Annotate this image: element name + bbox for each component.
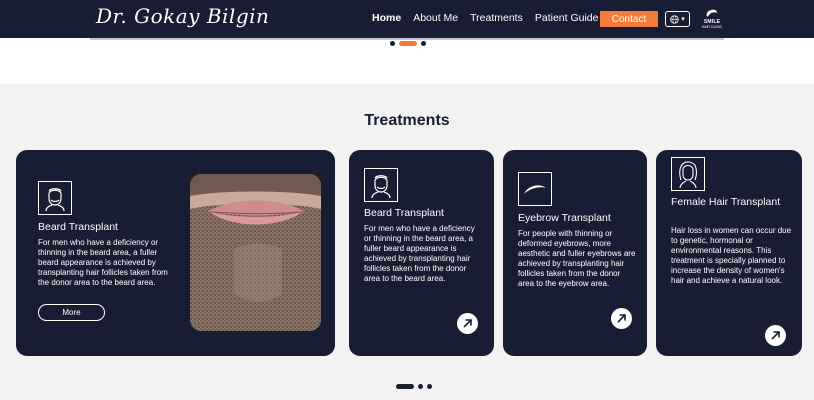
nav-home[interactable]: Home [372, 12, 401, 24]
main-nav: Home About Me Treatments Patient Guide [372, 12, 599, 24]
pagination-dot-active[interactable] [396, 384, 414, 389]
smile-hair-clinic-logo[interactable]: SMILE HAIR CLINIC [700, 8, 724, 32]
more-button[interactable]: More [38, 304, 105, 321]
card-description: For men who have a deficiency or thinnin… [364, 224, 475, 283]
arrow-up-right-icon [771, 331, 780, 340]
woman-icon [671, 157, 705, 191]
card-title: Beard Transplant [38, 221, 118, 233]
globe-icon [670, 14, 679, 24]
card-description: Hair loss in women can occur due to gene… [671, 226, 792, 285]
bearded-man-icon [38, 181, 72, 215]
slider-dot-active[interactable] [399, 41, 417, 46]
card-description: For people with thinning or deformed eye… [518, 229, 636, 288]
pagination-dot[interactable] [418, 384, 423, 389]
section-title: Treatments [364, 112, 450, 129]
divider [90, 38, 724, 40]
nav-treatments[interactable]: Treatments [470, 12, 523, 24]
site-logo[interactable]: Dr. Gokay Bilgin [96, 4, 269, 28]
nav-about-me[interactable]: About Me [413, 12, 458, 24]
treatment-card[interactable]: Female Hair Transplant Hair loss in wome… [656, 150, 802, 356]
treatment-card-featured[interactable]: Beard Transplant For men who have a defi… [16, 150, 335, 356]
site-header: Dr. Gokay Bilgin Home About Me Treatment… [0, 0, 814, 38]
card-title: Eyebrow Transplant [518, 212, 611, 224]
language-selector[interactable]: ▾ [665, 11, 690, 27]
bearded-man-icon [364, 168, 398, 202]
open-arrow-button[interactable] [611, 308, 632, 329]
nav-patient-guide[interactable]: Patient Guide [535, 12, 599, 24]
arrow-up-right-icon [463, 319, 472, 328]
contact-button[interactable]: Contact [600, 11, 658, 27]
slider-dot[interactable] [421, 41, 426, 46]
slider-pagination [390, 41, 426, 46]
slider-dot[interactable] [390, 41, 395, 46]
beard-transplant-photo [190, 174, 321, 331]
card-title: Beard Transplant [364, 207, 444, 219]
hero-slider-bottom [0, 38, 814, 84]
treatment-card[interactable]: Beard Transplant For men who have a defi… [349, 150, 494, 356]
smile-logo-mark [706, 9, 717, 17]
treatment-card[interactable]: Eyebrow Transplant For people with thinn… [503, 150, 647, 356]
pagination-dot[interactable] [427, 384, 432, 389]
cards-pagination [396, 384, 432, 389]
chevron-down-icon: ▾ [681, 16, 685, 23]
card-title: Female Hair Transplant [671, 196, 781, 208]
eyebrow-icon [518, 172, 552, 206]
smile-logo-subtext: HAIR CLINIC [701, 25, 723, 29]
arrow-up-right-icon [617, 314, 626, 323]
open-arrow-button[interactable] [457, 313, 478, 334]
card-description: For men who have a deficiency or thinnin… [38, 238, 168, 287]
open-arrow-button[interactable] [765, 325, 786, 346]
